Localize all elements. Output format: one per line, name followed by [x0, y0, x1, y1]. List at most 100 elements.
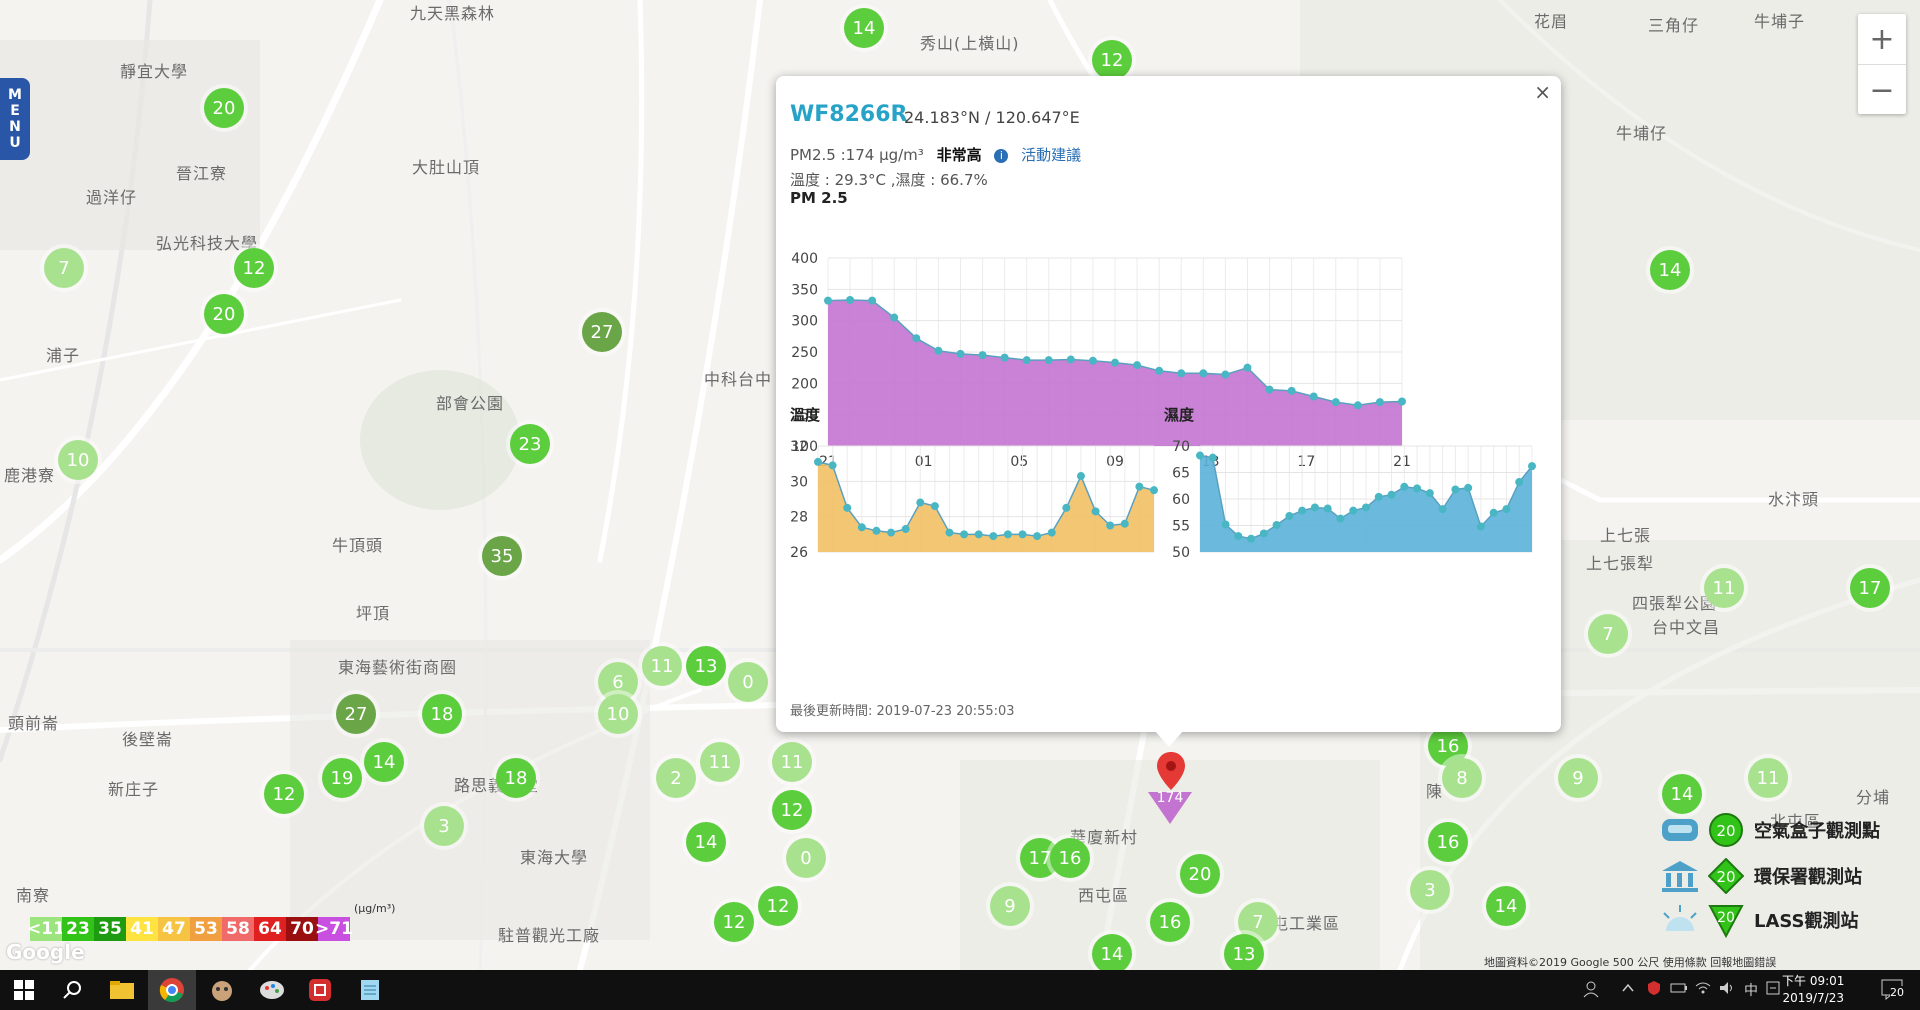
- station-marker[interactable]: 20: [204, 88, 244, 128]
- data-point: [1298, 506, 1307, 515]
- shield-icon[interactable]: [1646, 980, 1662, 1000]
- station-marker[interactable]: 9: [990, 886, 1030, 926]
- data-point: [1353, 401, 1362, 410]
- close-button[interactable]: ×: [1534, 80, 1551, 104]
- ime-indicator[interactable]: 中: [1744, 980, 1758, 1000]
- station-marker[interactable]: 10: [58, 440, 98, 480]
- place-label: 水汴頭: [1768, 490, 1820, 509]
- station-marker[interactable]: 3: [1410, 870, 1450, 910]
- chevron-up-icon[interactable]: [1620, 980, 1636, 1000]
- place-label: 浦子: [46, 346, 81, 365]
- station-marker[interactable]: 19: [322, 758, 362, 798]
- station-marker[interactable]: 14: [1662, 774, 1702, 814]
- map-attribution[interactable]: 地圖資料©2019 Google 500 公尺 使用條款 回報地圖錯誤: [1484, 954, 1776, 970]
- station-marker[interactable]: 14: [1650, 250, 1690, 290]
- station-marker[interactable]: 16: [1150, 902, 1190, 942]
- data-point: [1398, 397, 1406, 406]
- place-label: 頭前崙: [8, 714, 60, 733]
- station-marker[interactable]: 20: [204, 294, 244, 334]
- activity-advice-link[interactable]: 活動建議: [1021, 146, 1081, 164]
- notification-icon[interactable]: 20: [1880, 976, 1906, 1006]
- data-point: [1221, 520, 1230, 529]
- pm-level: 非常高: [936, 146, 982, 164]
- y-tick-label: 30: [790, 474, 808, 490]
- data-point: [960, 530, 969, 539]
- volume-icon[interactable]: [1718, 980, 1736, 1000]
- station-marker[interactable]: 14: [686, 822, 726, 862]
- paint-app-icon[interactable]: [258, 976, 286, 1004]
- station-marker[interactable]: 3: [424, 806, 464, 846]
- y-tick-label: 60: [1172, 492, 1190, 508]
- government-building-icon: [1662, 861, 1698, 892]
- station-marker[interactable]: 12: [758, 886, 798, 926]
- station-marker[interactable]: 18: [496, 758, 536, 798]
- place-label: 分埔: [1856, 788, 1891, 807]
- y-tick-label: 300: [791, 314, 818, 330]
- wifi-icon[interactable]: [1694, 980, 1712, 1000]
- people-icon[interactable]: [1582, 980, 1600, 1002]
- place-label: 後壁崙: [122, 730, 174, 749]
- station-marker[interactable]: 27: [336, 694, 376, 734]
- station-marker[interactable]: 11: [1704, 568, 1744, 608]
- place-label: 坪頂: [356, 604, 391, 623]
- station-marker[interactable]: 27: [582, 312, 622, 352]
- station-marker[interactable]: 12: [714, 902, 754, 942]
- zoom-control: + −: [1858, 14, 1906, 114]
- station-marker[interactable]: 12: [772, 790, 812, 830]
- station-marker[interactable]: 20: [1180, 854, 1220, 894]
- app-mascot-icon[interactable]: [208, 976, 236, 1004]
- station-marker[interactable]: 14: [844, 8, 884, 48]
- google-logo: Google: [6, 940, 85, 964]
- zoom-out-button[interactable]: −: [1858, 65, 1906, 115]
- notepad-icon[interactable]: [356, 976, 384, 1004]
- station-marker[interactable]: 13: [1224, 934, 1264, 970]
- search-icon[interactable]: [58, 976, 86, 1004]
- station-marker[interactable]: 13: [686, 646, 726, 686]
- station-marker[interactable]: 12: [1092, 40, 1132, 80]
- station-marker[interactable]: 11: [642, 646, 682, 686]
- station-marker[interactable]: 11: [1748, 758, 1788, 798]
- station-marker[interactable]: 7: [44, 248, 84, 288]
- station-marker[interactable]: 16: [1428, 822, 1468, 862]
- y-tick-label: 50: [1172, 545, 1190, 561]
- station-marker[interactable]: 0: [728, 662, 768, 702]
- station-marker[interactable]: 12: [264, 774, 304, 814]
- red-app-icon[interactable]: [306, 976, 334, 1004]
- station-marker[interactable]: 14: [1486, 886, 1526, 926]
- station-marker[interactable]: 7: [1588, 614, 1628, 654]
- data-point: [1528, 462, 1536, 471]
- station-marker[interactable]: 2: [656, 758, 696, 798]
- taskbar-clock[interactable]: 下午 09:01 2019/7/23: [1782, 973, 1844, 1007]
- popup-tail: [1155, 731, 1183, 747]
- pm-legend-swatch: 35: [94, 917, 126, 941]
- station-marker[interactable]: 10: [598, 694, 638, 734]
- place-label: 過洋仔: [86, 188, 138, 207]
- windows-start-icon[interactable]: [10, 976, 38, 1004]
- station-marker[interactable]: 11: [700, 742, 740, 782]
- station-marker[interactable]: 16: [1050, 838, 1090, 878]
- airbox-icon: [1662, 819, 1698, 841]
- station-marker[interactable]: 14: [364, 742, 404, 782]
- station-marker[interactable]: 9: [1558, 758, 1598, 798]
- file-explorer-icon[interactable]: [108, 976, 136, 1004]
- station-marker[interactable]: 35: [482, 536, 522, 576]
- pm-legend-swatch: 41: [126, 917, 158, 941]
- station-marker[interactable]: 0: [786, 838, 826, 878]
- battery-icon[interactable]: [1670, 980, 1688, 1000]
- chrome-icon[interactable]: [158, 976, 186, 1004]
- info-icon[interactable]: i: [994, 149, 1009, 163]
- keyboard-icon[interactable]: [1766, 980, 1780, 1000]
- menu-tab[interactable]: M E N U: [0, 78, 30, 160]
- station-marker[interactable]: 17: [1850, 568, 1890, 608]
- station-marker[interactable]: 11: [772, 742, 812, 782]
- station-marker[interactable]: 18: [422, 694, 462, 734]
- station-marker[interactable]: 23: [510, 424, 550, 464]
- place-label: 晉江寮: [176, 164, 228, 183]
- station-marker[interactable]: 14: [1092, 934, 1132, 970]
- station-marker[interactable]: 8: [1442, 758, 1482, 798]
- legend-marker-num: 20: [1717, 910, 1735, 926]
- zoom-in-button[interactable]: +: [1858, 14, 1906, 64]
- place-label: 秀山(上橫山): [920, 34, 1020, 53]
- station-marker[interactable]: 12: [234, 248, 274, 288]
- selected-station-marker[interactable]: 174: [1146, 790, 1194, 826]
